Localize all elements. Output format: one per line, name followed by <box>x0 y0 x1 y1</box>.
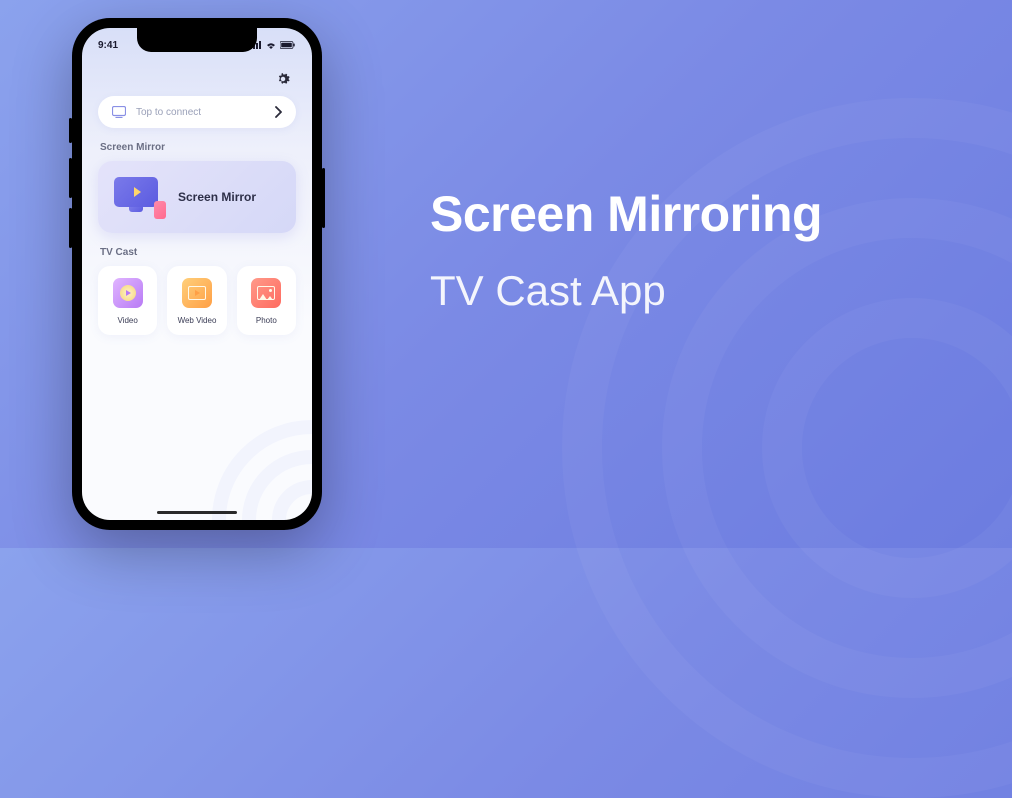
status-time: 9:41 <box>98 40 118 51</box>
photo-icon <box>251 278 281 308</box>
status-icons <box>250 41 296 49</box>
section-mirror-title: Screen Mirror <box>100 142 294 153</box>
screen-mirror-card[interactable]: Screen Mirror <box>98 161 296 233</box>
cast-video-label: Video <box>118 316 138 325</box>
section-cast-title: TV Cast <box>100 247 294 258</box>
phone-screen: 9:41 Top to connect Screen Mirror <box>82 28 312 520</box>
cast-video-button[interactable]: Video <box>98 266 157 335</box>
chevron-right-icon <box>274 106 282 118</box>
hero-subtitle: TV Cast App <box>430 267 822 315</box>
hero-text: Screen Mirroring TV Cast App <box>430 185 822 315</box>
cast-photo-button[interactable]: Photo <box>237 266 296 335</box>
video-icon <box>113 278 143 308</box>
home-indicator <box>157 511 237 514</box>
screen-mirror-label: Screen Mirror <box>178 190 256 204</box>
cast-photo-label: Photo <box>256 316 277 325</box>
phone-frame: 9:41 Top to connect Screen Mirror <box>72 18 322 530</box>
cast-webvideo-label: Web Video <box>178 316 217 325</box>
phone-notch <box>137 28 257 52</box>
connect-button[interactable]: Top to connect <box>98 96 296 128</box>
cast-icon <box>112 106 126 118</box>
battery-icon <box>280 41 296 49</box>
screen-mirror-icon <box>114 177 164 217</box>
wifi-icon <box>265 41 277 49</box>
hero-title: Screen Mirroring <box>430 185 822 243</box>
web-video-icon <box>182 278 212 308</box>
cast-webvideo-button[interactable]: Web Video <box>167 266 226 335</box>
gear-icon <box>274 70 292 88</box>
settings-button[interactable] <box>274 70 292 88</box>
connect-label: Top to connect <box>136 107 264 118</box>
